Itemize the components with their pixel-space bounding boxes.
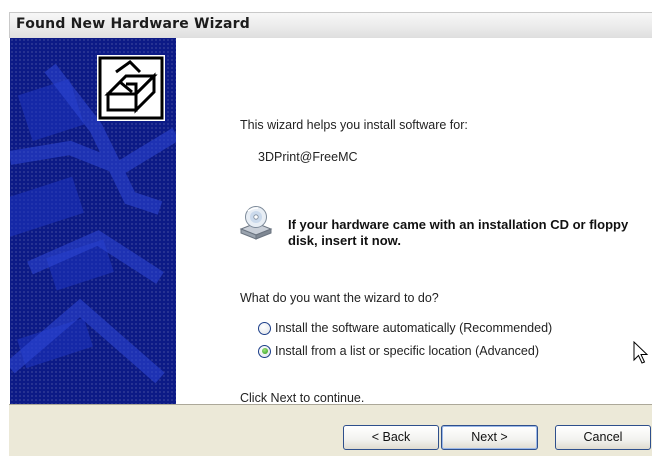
option-advanced[interactable]: Install from a list or specific location…: [258, 342, 539, 360]
option-automatic[interactable]: Install the software automatically (Reco…: [258, 319, 552, 337]
mouse-pointer-icon: [633, 341, 649, 364]
cd-prompt: If your hardware came with an installati…: [288, 217, 629, 248]
next-button[interactable]: Next >: [441, 425, 538, 450]
hardware-wizard-icon: [97, 55, 165, 121]
radio-automatic[interactable]: [258, 321, 271, 335]
option-automatic-label[interactable]: Install the software automatically (Reco…: [275, 321, 552, 335]
cancel-button[interactable]: Cancel: [555, 425, 651, 450]
cd-drive-icon: [239, 206, 273, 240]
device-name: 3DPrint@FreeMC: [258, 150, 358, 164]
option-advanced-label[interactable]: Install from a list or specific location…: [275, 344, 539, 358]
title-bar[interactable]: Found New Hardware Wizard: [9, 12, 652, 38]
wizard-sidebar: [10, 38, 176, 404]
question-text: What do you want the wizard to do?: [240, 291, 439, 305]
footer-text: Click Next to continue.: [240, 391, 365, 405]
intro-text: This wizard helps you install software f…: [240, 118, 468, 132]
window-title: Found New Hardware Wizard: [16, 16, 250, 32]
wizard-window: Found New Hardware Wizard This wizard he…: [0, 0, 652, 456]
back-button[interactable]: < Back: [343, 425, 439, 450]
radio-advanced[interactable]: [258, 344, 271, 358]
button-bar: < Back Next > Cancel: [9, 404, 652, 456]
